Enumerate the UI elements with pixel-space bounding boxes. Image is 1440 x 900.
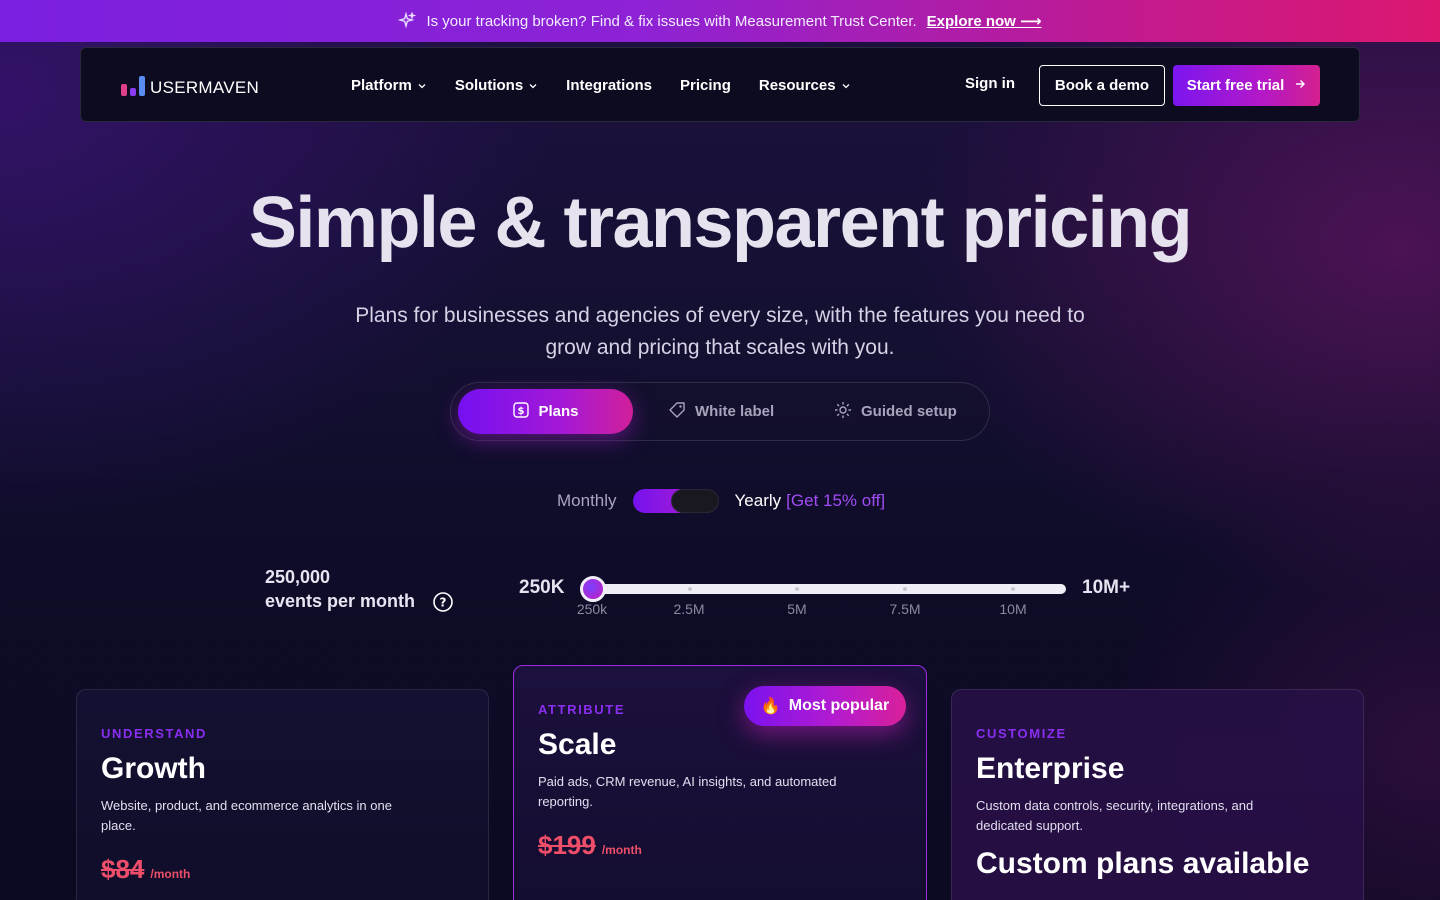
menu-integrations[interactable]: Integrations — [566, 77, 652, 94]
plan-name: Scale — [538, 728, 617, 761]
plan-name: Growth — [101, 752, 206, 785]
help-icon[interactable]: ? — [432, 591, 454, 613]
menu-solutions-label: Solutions — [454, 77, 524, 94]
announcement-text: Is your tracking broken? Find & fix issu… — [426, 12, 917, 30]
switch-knob — [670, 489, 719, 513]
chevron-down-icon — [417, 81, 427, 91]
sparkle-icon — [398, 12, 417, 30]
tick-label: 10M — [999, 601, 1027, 617]
logo-text: USERMAVEN — [150, 78, 260, 97]
tab-white-label-label: White label — [695, 403, 775, 420]
sign-in-link[interactable]: Sign in — [965, 75, 1015, 92]
menu-integrations-label: Integrations — [566, 77, 653, 94]
tab-guided-setup-label: Guided setup — [861, 403, 957, 420]
old-price-amount: $84 — [101, 854, 145, 884]
plan-eyebrow: ATTRIBUTE — [538, 702, 626, 717]
menu-pricing[interactable]: Pricing — [680, 77, 731, 94]
plan-card-scale: ATTRIBUTE 🔥 Most popular Scale Paid ads,… — [513, 665, 927, 900]
yearly-label[interactable]: Yearly — [735, 491, 782, 511]
tick-label: 7.5M — [889, 601, 921, 617]
tick-dot — [688, 587, 692, 591]
events-slider-track[interactable] — [592, 584, 1066, 594]
start-free-trial-button[interactable]: Start free trial — [1173, 65, 1320, 106]
events-unit: events per month — [265, 591, 416, 611]
events-value: 250,000 — [265, 567, 331, 587]
tick-label: 5M — [787, 601, 807, 617]
dollar-icon: $ — [512, 401, 530, 423]
slider-min-label: 250K — [519, 577, 565, 598]
plan-description: Custom data controls, security, integrat… — [976, 798, 1254, 833]
svg-text:?: ? — [440, 596, 447, 610]
plan-eyebrow: UNDERSTAND — [101, 726, 208, 741]
main-menu: Platform Solutions Integrations Pricing … — [351, 48, 879, 123]
tab-plans-label: Plans — [538, 403, 579, 420]
plan-card-growth: UNDERSTAND Growth Website, product, and … — [76, 689, 489, 900]
billing-period-toggle: Monthly Yearly [Get 15% off] — [557, 486, 885, 516]
chevron-down-icon — [528, 81, 538, 91]
tick-dot — [795, 587, 799, 591]
monthly-label[interactable]: Monthly — [557, 491, 617, 511]
announcement-bar: Is your tracking broken? Find & fix issu… — [0, 0, 1440, 42]
tab-white-label[interactable]: White label — [667, 389, 774, 434]
explore-now-link[interactable]: Explore now ⟶ — [927, 12, 1042, 30]
start-free-trial-label: Start free trial — [1186, 77, 1285, 94]
menu-pricing-label: Pricing — [680, 77, 731, 94]
navbar: USERMAVEN Platform Solutions Integration… — [80, 47, 1360, 122]
fire-icon: 🔥 — [760, 698, 781, 715]
plan-description: Website, product, and ecommerce analytic… — [101, 798, 392, 833]
tick-label: 2.5M — [673, 601, 705, 617]
plan-old-price: $199 /month — [538, 830, 642, 861]
gear-icon — [833, 400, 853, 424]
arrow-right-icon — [1294, 77, 1306, 94]
plan-eyebrow: CUSTOMIZE — [976, 726, 1067, 741]
logo-bars-icon — [121, 74, 145, 96]
pricing-tabs: $ Plans White label Guided setup — [450, 382, 990, 441]
slider-max-label: 10M+ — [1082, 577, 1131, 598]
usermaven-logo[interactable]: USERMAVEN — [121, 72, 259, 96]
tab-guided-setup[interactable]: Guided setup — [833, 389, 957, 434]
page-title: Simple & transparent pricing — [248, 183, 1193, 263]
svg-text:$: $ — [518, 406, 525, 417]
custom-plans-headline: Custom plans available — [976, 847, 1310, 880]
plan-old-price: $84 /month — [101, 854, 190, 885]
book-demo-button[interactable]: Book a demo — [1039, 65, 1165, 106]
events-readout: 250,000 events per month ? — [265, 565, 453, 613]
yearly-discount: [Get 15% off] — [786, 491, 886, 510]
menu-resources-label: Resources — [758, 77, 836, 94]
old-price-amount: $199 — [538, 830, 596, 860]
most-popular-badge: 🔥 Most popular — [744, 686, 906, 726]
menu-platform[interactable]: Platform — [351, 77, 427, 94]
plan-card-enterprise: CUSTOMIZE Enterprise Custom data control… — [951, 689, 1364, 900]
tab-plans[interactable]: $ Plans — [458, 389, 633, 434]
menu-solutions[interactable]: Solutions — [455, 77, 538, 94]
menu-resources[interactable]: Resources — [759, 77, 851, 94]
tick-dot — [903, 587, 907, 591]
tick-dot — [1011, 587, 1015, 591]
events-slider-thumb[interactable] — [580, 576, 606, 602]
tag-icon — [667, 400, 687, 424]
billing-switch[interactable] — [632, 489, 719, 513]
page-subtitle: Plans for businesses and agencies of eve… — [355, 304, 1085, 359]
chevron-down-icon — [841, 81, 851, 91]
menu-platform-label: Platform — [351, 77, 412, 94]
badge-label: Most popular — [788, 697, 890, 714]
plan-name: Enterprise — [976, 752, 1125, 785]
price-period: /month — [601, 843, 642, 857]
tick-label: 250k — [576, 601, 608, 617]
price-period: /month — [150, 867, 191, 881]
plan-description: Paid ads, CRM revenue, AI insights, and … — [538, 774, 837, 809]
